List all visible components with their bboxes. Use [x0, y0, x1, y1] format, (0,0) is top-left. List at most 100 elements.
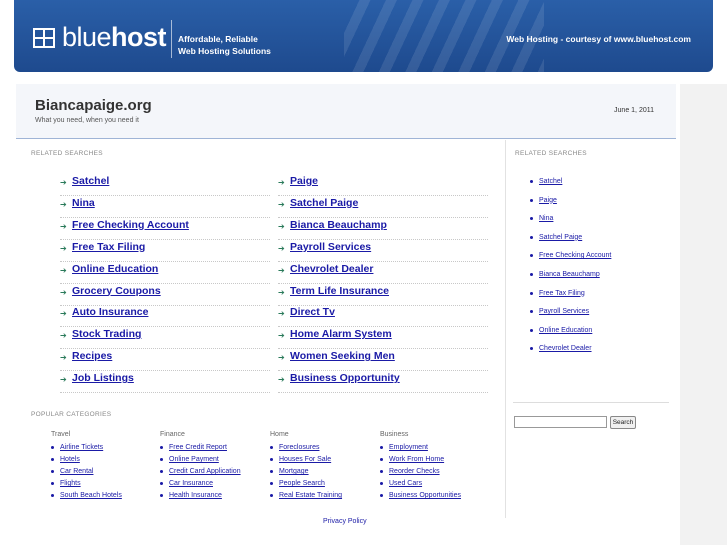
related-search-item[interactable]: ➔ Term Life Insurance [278, 283, 488, 306]
related-search-link[interactable]: Job Listings [72, 372, 134, 384]
related-search-item[interactable]: ➔ Payroll Services [278, 239, 488, 262]
category-link[interactable]: Car Rental [60, 468, 93, 475]
related-search-link[interactable]: Nina [72, 197, 95, 209]
sidebar-related-link[interactable]: Free Tax Filing [539, 290, 585, 297]
sidebar-related-link[interactable]: Online Education [539, 327, 592, 334]
arrow-icon: ➔ [278, 353, 285, 363]
category-heading: Business [380, 431, 409, 438]
privacy-policy-link[interactable]: Privacy Policy [323, 518, 367, 525]
related-search-link[interactable]: Satchel [72, 175, 109, 187]
related-search-link[interactable]: Grocery Coupons [72, 285, 161, 297]
category-link[interactable]: Employment [389, 444, 428, 451]
bullet-icon [51, 494, 54, 497]
arrow-icon: ➔ [60, 243, 67, 253]
site-date: June 1, 2011 [614, 107, 654, 114]
search-button[interactable]: Search [610, 416, 636, 429]
related-search-item[interactable]: ➔ Grocery Coupons [60, 283, 270, 306]
sidebar-related-heading: RELATED SEARCHES [515, 150, 587, 157]
category-heading: Travel [51, 431, 71, 438]
related-search-link[interactable]: Online Education [72, 263, 158, 275]
category-link[interactable]: Free Credit Report [169, 444, 227, 451]
related-search-item[interactable]: ➔ Free Checking Account [60, 217, 270, 240]
related-search-item[interactable]: ➔ Bianca Beauchamp [278, 217, 488, 240]
related-search-item[interactable]: ➔ Online Education [60, 261, 270, 284]
category-link[interactable]: Foreclosures [279, 444, 319, 451]
sidebar-related-link[interactable]: Chevrolet Dealer [539, 345, 592, 352]
arrow-icon: ➔ [60, 375, 67, 385]
category-link[interactable]: Hotels [60, 456, 80, 463]
related-search-link[interactable]: Term Life Insurance [290, 285, 389, 297]
bullet-icon [160, 482, 163, 485]
category-link[interactable]: South Beach Hotels [60, 492, 122, 499]
sidebar-related-link[interactable]: Satchel [539, 178, 562, 185]
related-search-link[interactable]: Paige [290, 175, 318, 187]
related-search-link[interactable]: Free Tax Filing [72, 241, 145, 253]
category-link[interactable]: Business Opportunities [389, 492, 461, 499]
related-search-item[interactable]: ➔ Women Seeking Men [278, 348, 488, 372]
related-search-item[interactable]: ➔ Satchel Paige [278, 195, 488, 218]
related-search-item[interactable]: ➔ Chevrolet Dealer [278, 261, 488, 284]
sidebar-related-link[interactable]: Satchel Paige [539, 234, 582, 241]
related-search-item[interactable]: ➔ Satchel [60, 173, 270, 196]
arrow-icon: ➔ [278, 265, 285, 275]
category-link[interactable]: Credit Card Application [169, 468, 241, 475]
sidebar-related-link[interactable]: Paige [539, 197, 557, 204]
category-link[interactable]: Health Insurance [169, 492, 222, 499]
related-search-item[interactable]: ➔ Home Alarm System [278, 326, 488, 350]
related-search-link[interactable]: Business Opportunity [290, 372, 400, 384]
bullet-icon [160, 470, 163, 473]
category-link[interactable]: Real Estate Training [279, 492, 342, 499]
category-link[interactable]: Car Insurance [169, 480, 213, 487]
arrow-icon: ➔ [278, 331, 285, 341]
bullet-icon [530, 273, 533, 276]
courtesy-link[interactable]: Web Hosting - courtesy of www.bluehost.c… [506, 34, 691, 44]
category-link[interactable]: Work From Home [389, 456, 444, 463]
category-link[interactable]: Flights [60, 480, 81, 487]
related-search-link[interactable]: Women Seeking Men [290, 350, 395, 362]
related-search-item[interactable]: ➔ Auto Insurance [60, 304, 270, 328]
search-input[interactable] [514, 416, 607, 428]
bullet-icon [380, 482, 383, 485]
related-search-link[interactable]: Satchel Paige [290, 197, 358, 209]
related-search-item[interactable]: ➔ Business Opportunity [278, 370, 488, 394]
sidebar-related-link[interactable]: Free Checking Account [539, 252, 611, 259]
related-search-item[interactable]: ➔ Paige [278, 173, 488, 196]
related-search-item[interactable]: ➔ Stock Trading [60, 326, 270, 350]
bluehost-logo-icon[interactable] [33, 28, 55, 48]
sidebar-related-link[interactable]: Payroll Services [539, 308, 589, 315]
header-banner: bluehost Affordable, Reliable Web Hostin… [14, 0, 713, 72]
related-search-item[interactable]: ➔ Direct Tv [278, 304, 488, 328]
arrow-icon: ➔ [278, 309, 285, 319]
category-link[interactable]: People Search [279, 480, 325, 487]
bullet-icon [530, 254, 533, 258]
sidebar-related-link[interactable]: Nina [539, 215, 553, 222]
related-search-link[interactable]: Free Checking Account [72, 219, 189, 231]
related-search-item[interactable]: ➔ Recipes [60, 348, 270, 372]
category-link[interactable]: Mortgage [279, 468, 309, 475]
related-search-link[interactable]: Payroll Services [290, 241, 371, 253]
bullet-icon [380, 446, 383, 449]
related-search-link[interactable]: Chevrolet Dealer [290, 263, 373, 275]
related-search-link[interactable]: Direct Tv [290, 306, 335, 318]
sidebar-separator [513, 402, 669, 403]
arrow-icon: ➔ [278, 221, 285, 231]
category-link[interactable]: Reorder Checks [389, 468, 440, 475]
related-search-link[interactable]: Bianca Beauchamp [290, 219, 387, 231]
related-search-item[interactable]: ➔ Free Tax Filing [60, 239, 270, 262]
category-link[interactable]: Airline Tickets [60, 444, 103, 451]
bluehost-logo[interactable]: bluehost [62, 22, 167, 53]
related-search-link[interactable]: Stock Trading [72, 328, 141, 340]
bullet-icon [51, 470, 54, 473]
bullet-icon [530, 291, 533, 295]
category-link[interactable]: Online Payment [169, 456, 219, 463]
category-link[interactable]: Used Cars [389, 480, 422, 487]
sidebar-related-link[interactable]: Bianca Beauchamp [539, 271, 600, 278]
related-search-item[interactable]: ➔ Nina [60, 195, 270, 218]
arrow-icon: ➔ [278, 287, 285, 297]
related-search-link[interactable]: Recipes [72, 350, 112, 362]
related-search-link[interactable]: Auto Insurance [72, 306, 148, 318]
arrow-icon: ➔ [60, 331, 67, 341]
related-search-item[interactable]: ➔ Job Listings [60, 370, 270, 394]
related-search-link[interactable]: Home Alarm System [290, 328, 392, 340]
category-link[interactable]: Houses For Sale [279, 456, 331, 463]
